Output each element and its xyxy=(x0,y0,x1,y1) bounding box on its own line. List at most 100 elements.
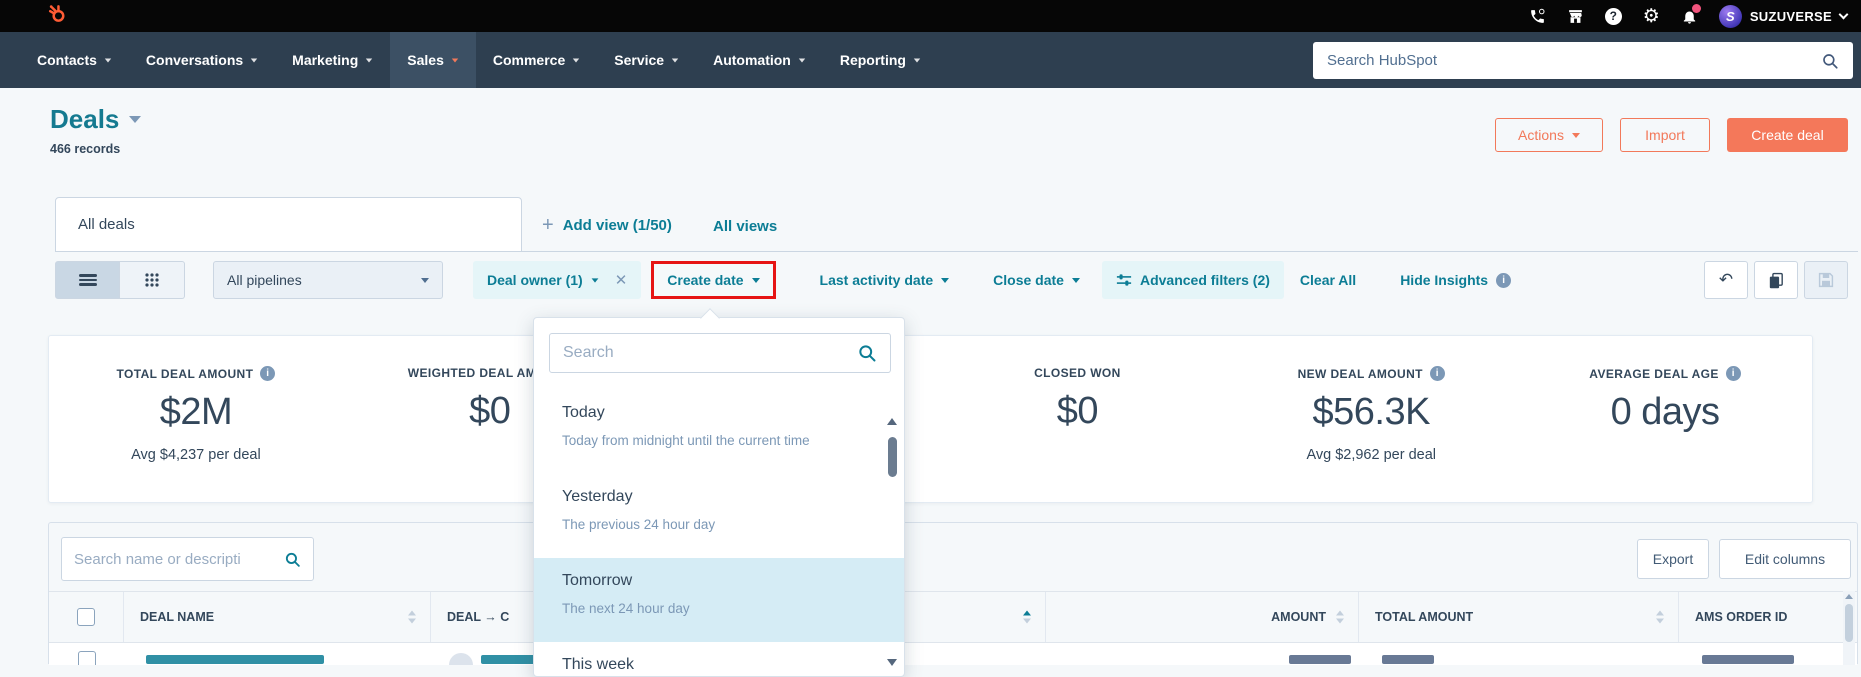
plus-icon: + xyxy=(542,214,554,237)
insight-sub: Avg $4,237 per deal xyxy=(131,447,261,463)
scroll-up-arrow[interactable] xyxy=(1845,594,1853,599)
select-all-cell xyxy=(49,592,124,642)
actions-button[interactable]: Actions xyxy=(1495,118,1603,152)
column-header-ams-order-id[interactable]: AMS ORDER ID xyxy=(1679,592,1839,642)
sort-icon[interactable] xyxy=(1336,611,1344,624)
undo-icon: ↶ xyxy=(1719,270,1733,290)
search-icon xyxy=(284,551,301,568)
table-header-row: DEAL NAME DEAL → C AMOUNT TOTAL AMOUNT A… xyxy=(49,591,1857,643)
save-view-button[interactable] xyxy=(1804,261,1848,299)
search-icon xyxy=(857,343,877,363)
view-toggle-group xyxy=(55,261,185,299)
account-menu[interactable]: S SUZUVERSE xyxy=(1719,5,1847,28)
filter-toolbar: All pipelines Deal owner (1) ✕ Create da… xyxy=(55,261,1848,299)
scrollbar-thumb[interactable] xyxy=(1845,604,1853,642)
sort-icon-ascending[interactable] xyxy=(1023,611,1031,624)
sort-icon[interactable] xyxy=(1656,611,1664,624)
dropdown-search-input[interactable] xyxy=(563,344,857,362)
chevron-down-icon xyxy=(452,58,458,62)
settings-icon[interactable]: ⚙ xyxy=(1643,7,1660,26)
insight-sub: Avg $2,962 per deal xyxy=(1306,447,1436,463)
insight-value: $2M xyxy=(160,391,232,434)
hubspot-logo-icon[interactable] xyxy=(46,2,69,30)
info-icon[interactable]: i xyxy=(1430,366,1445,381)
board-view-toggle[interactable] xyxy=(120,261,185,299)
scroll-down-arrow[interactable] xyxy=(887,659,897,666)
pipeline-select[interactable]: All pipelines xyxy=(213,261,443,299)
sliders-icon xyxy=(1116,272,1132,288)
account-name: SUZUVERSE xyxy=(1750,9,1832,24)
list-view-toggle[interactable] xyxy=(55,261,120,299)
option-tomorrow[interactable]: Tomorrow The next 24 hour day xyxy=(534,558,905,642)
nav-item-commerce[interactable]: Commerce xyxy=(476,32,597,88)
filter-deal-owner[interactable]: Deal owner (1) ✕ xyxy=(473,261,641,299)
chevron-down-icon xyxy=(251,58,257,62)
chevron-down-icon xyxy=(366,58,372,62)
remove-filter-icon[interactable]: ✕ xyxy=(615,271,628,289)
insight-value: $56.3K xyxy=(1313,391,1430,434)
hide-insights-link[interactable]: Hide Insights i xyxy=(1400,272,1511,288)
marketplace-icon[interactable] xyxy=(1567,8,1584,25)
insight-new-deal-amount: NEW DEAL AMOUNTi $56.3K Avg $2,962 per d… xyxy=(1224,336,1518,502)
clear-all-link[interactable]: Clear All xyxy=(1300,272,1356,288)
date-option-list: Today Today from midnight until the curr… xyxy=(534,390,905,677)
import-button[interactable]: Import xyxy=(1620,118,1710,152)
table-scrollbar[interactable] xyxy=(1843,591,1855,665)
chevron-down-icon xyxy=(1572,133,1580,138)
tab-all-deals[interactable]: All deals xyxy=(55,197,522,252)
notifications-icon[interactable] xyxy=(1681,8,1698,25)
global-search-input[interactable] xyxy=(1327,52,1821,69)
advanced-filters-button[interactable]: Advanced filters (2) xyxy=(1102,261,1284,299)
deal-name-link-clipped xyxy=(146,655,324,664)
dropdown-search xyxy=(549,333,891,373)
chevron-down-icon xyxy=(941,278,949,283)
page-title-dropdown[interactable]: Deals xyxy=(50,104,141,135)
filter-close-date[interactable]: Close date xyxy=(993,272,1080,288)
column-header-total-amount[interactable]: TOTAL AMOUNT xyxy=(1359,592,1679,642)
all-views-link[interactable]: All views xyxy=(713,218,777,235)
filter-last-activity-date[interactable]: Last activity date xyxy=(820,272,950,288)
option-today[interactable]: Today Today from midnight until the curr… xyxy=(534,390,905,474)
chevron-down-icon xyxy=(105,58,111,62)
undo-button[interactable]: ↶ xyxy=(1704,261,1748,299)
chevron-down-icon xyxy=(1839,9,1849,19)
table-row[interactable] xyxy=(49,643,1857,665)
notification-dot xyxy=(1692,4,1701,13)
export-button[interactable]: Export xyxy=(1637,539,1709,579)
scrollbar-thumb[interactable] xyxy=(888,437,897,477)
nav-item-conversations[interactable]: Conversations xyxy=(129,32,275,88)
chevron-down-icon xyxy=(591,278,598,282)
help-icon[interactable]: ? xyxy=(1605,8,1622,25)
row-checkbox[interactable] xyxy=(78,651,96,665)
table-search-input[interactable] xyxy=(74,551,284,568)
option-this-week[interactable]: This week xyxy=(534,642,905,677)
option-yesterday[interactable]: Yesterday The previous 24 hour day xyxy=(534,474,905,558)
nav-item-reporting[interactable]: Reporting xyxy=(823,32,938,88)
chevron-down-icon xyxy=(573,58,579,62)
nav-item-contacts[interactable]: Contacts xyxy=(20,32,129,88)
info-icon: i xyxy=(1496,273,1511,288)
edit-columns-button[interactable]: Edit columns xyxy=(1719,539,1851,579)
sort-icon[interactable] xyxy=(408,611,416,624)
avatar: S xyxy=(1719,5,1742,28)
add-view-button[interactable]: + Add view (1/50) xyxy=(542,214,672,237)
info-icon[interactable]: i xyxy=(260,366,275,381)
global-search xyxy=(1313,42,1853,79)
nav-item-marketing[interactable]: Marketing xyxy=(275,32,390,88)
nav-item-service[interactable]: Service xyxy=(597,32,696,88)
copy-view-button[interactable] xyxy=(1754,261,1798,299)
column-header-amount[interactable]: AMOUNT xyxy=(1046,592,1359,642)
dropdown-scrollbar[interactable] xyxy=(886,418,898,672)
filter-create-date[interactable]: Create date xyxy=(667,272,759,288)
create-deal-button[interactable]: Create deal xyxy=(1727,118,1848,152)
column-header-deal-name[interactable]: DEAL NAME xyxy=(124,592,431,642)
info-icon[interactable]: i xyxy=(1726,366,1741,381)
nav-item-sales[interactable]: Sales xyxy=(390,32,476,88)
chevron-down-icon xyxy=(752,278,760,283)
phone-icon[interactable] xyxy=(1529,8,1546,25)
avatar xyxy=(449,653,473,665)
board-view-icon xyxy=(144,272,160,288)
nav-item-automation[interactable]: Automation xyxy=(696,32,823,88)
select-all-checkbox[interactable] xyxy=(77,608,95,626)
scroll-up-arrow[interactable] xyxy=(887,418,897,425)
